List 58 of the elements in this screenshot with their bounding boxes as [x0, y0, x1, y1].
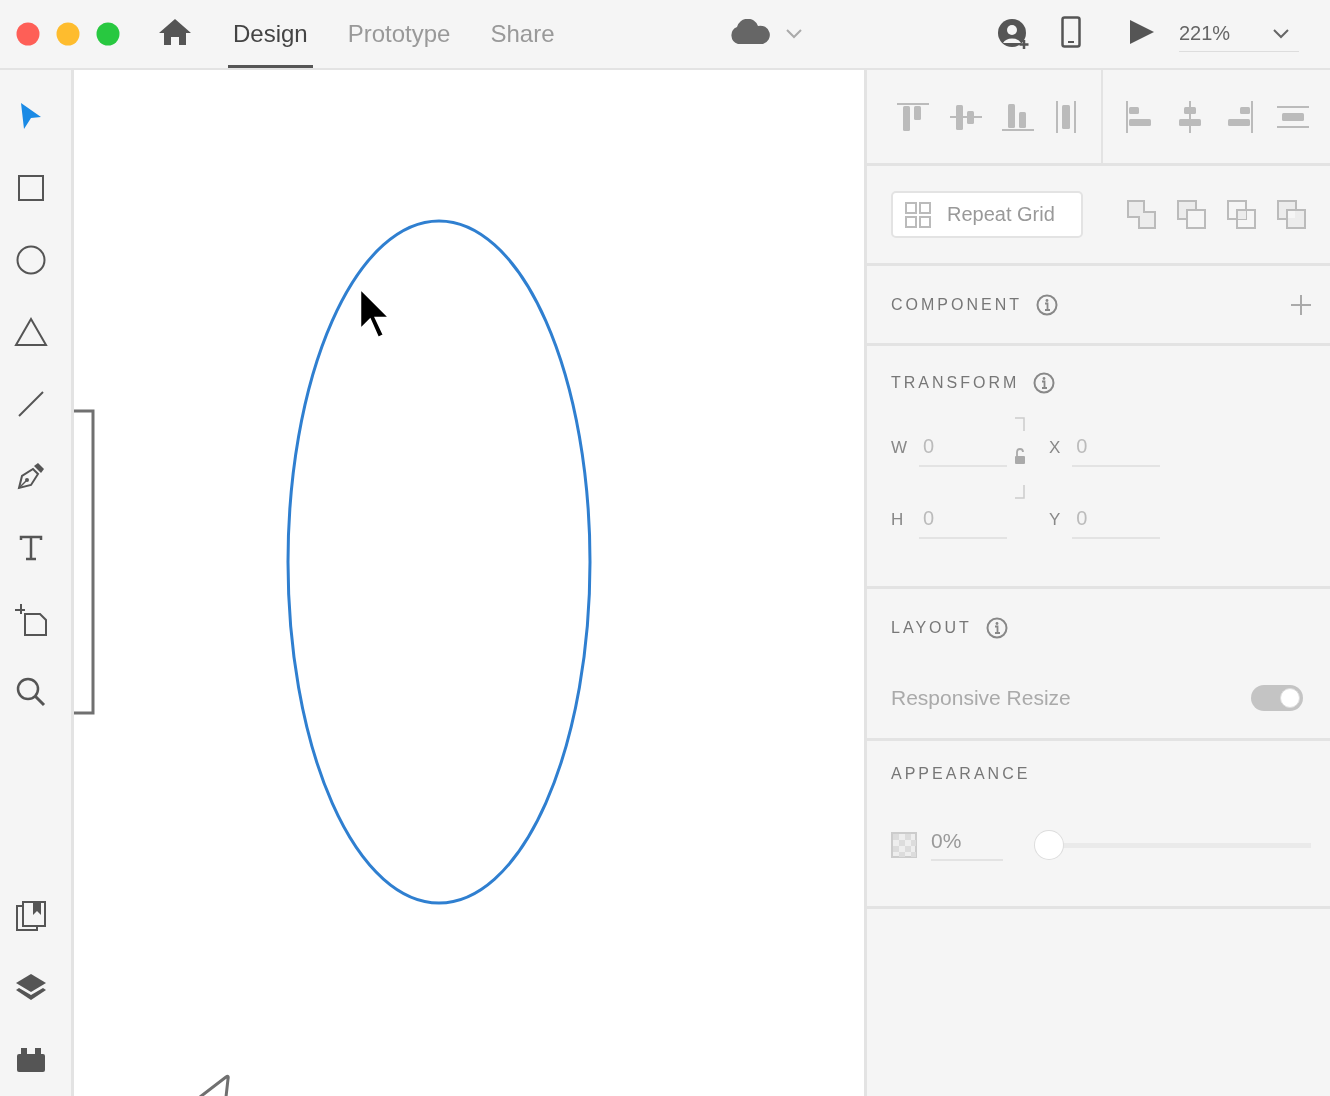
exclude-overlap-icon[interactable]: [1277, 199, 1307, 230]
text-icon[interactable]: [18, 535, 43, 561]
align-top-icon[interactable]: [897, 101, 929, 132]
intersect-icon[interactable]: [1227, 199, 1257, 230]
section-heading: LAYOUT: [891, 619, 972, 637]
section-heading: TRANSFORM: [891, 374, 1020, 392]
layers-icon[interactable]: [14, 973, 47, 1003]
section-heading: COMPONENT: [891, 295, 1022, 314]
home-icon[interactable]: [158, 17, 192, 47]
section-heading: APPEARANCE: [891, 765, 1031, 783]
distribute-horizontal-icon[interactable]: [1276, 104, 1309, 129]
rectangle-icon[interactable]: [17, 175, 44, 201]
assets-icon[interactable]: [15, 901, 46, 931]
subtract-icon[interactable]: [1177, 199, 1207, 230]
window-control-icon[interactable]: [96, 22, 120, 46]
phone-icon[interactable]: [1061, 16, 1081, 48]
chevron-down-icon: [1273, 28, 1289, 39]
tab[interactable]: Prototype: [342, 0, 456, 68]
transparency-swatch-icon: [891, 832, 917, 858]
align-left-icon[interactable]: [1125, 100, 1153, 133]
distribute-icon[interactable]: [1054, 100, 1077, 133]
responsive-resize-label: Responsive Resize: [891, 686, 1071, 710]
info-icon[interactable]: [985, 617, 1008, 639]
input-field[interactable]: 0: [1072, 501, 1161, 539]
zoom-value: 221%: [1179, 22, 1231, 45]
plugins-icon[interactable]: [15, 1047, 46, 1073]
slider-thumb[interactable]: [1035, 831, 1063, 859]
input-field[interactable]: 0: [1072, 429, 1161, 467]
zoom-dropdown[interactable]: 221%: [1179, 16, 1299, 52]
opacity-field[interactable]: 0%: [931, 829, 1003, 861]
field-label: X: [1049, 438, 1061, 458]
unlock-icon[interactable]: [1013, 416, 1027, 500]
toggle-switch[interactable]: [1251, 685, 1303, 711]
window-control-icon[interactable]: [16, 22, 40, 46]
line-icon[interactable]: [16, 390, 45, 418]
search-icon[interactable]: [15, 677, 46, 707]
info-icon[interactable]: [1036, 293, 1058, 316]
field-label: W: [891, 438, 907, 458]
field-label: H: [891, 510, 905, 530]
window-control-icon[interactable]: [56, 22, 80, 46]
repeat-grid-button[interactable]: Repeat Grid: [891, 191, 1083, 238]
circle-icon[interactable]: [15, 245, 46, 275]
artboard-icon[interactable]: [13, 603, 48, 637]
pen-icon[interactable]: [15, 461, 46, 491]
plus-icon[interactable]: [1291, 294, 1311, 315]
align-right-icon[interactable]: [1226, 100, 1255, 133]
triangle-icon[interactable]: [13, 317, 48, 347]
tab[interactable]: Share: [485, 0, 560, 68]
grid-icon: [905, 201, 931, 228]
chevron-down-icon[interactable]: [785, 29, 802, 39]
input-field[interactable]: 0: [919, 429, 1007, 467]
field-label: Y: [1049, 510, 1061, 530]
add-user-icon[interactable]: [997, 18, 1031, 50]
align-bottom-icon[interactable]: [1002, 101, 1035, 132]
input-field[interactable]: 0: [919, 501, 1007, 539]
info-icon[interactable]: [1033, 372, 1056, 394]
union-icon[interactable]: [1127, 199, 1157, 230]
play-icon[interactable]: [1129, 19, 1155, 45]
